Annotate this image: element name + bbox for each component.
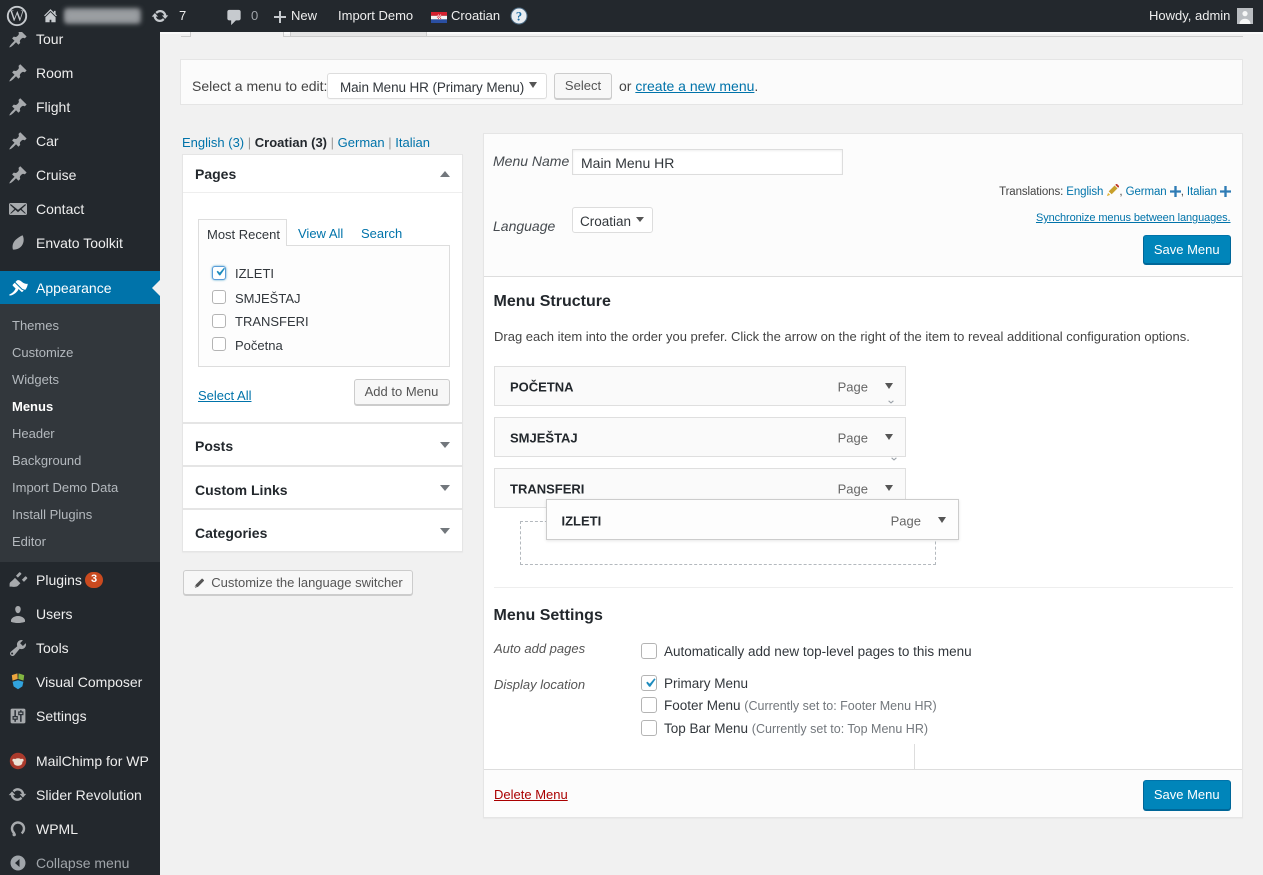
svg-text:W: W xyxy=(10,8,25,25)
svg-text:?: ? xyxy=(516,9,522,23)
